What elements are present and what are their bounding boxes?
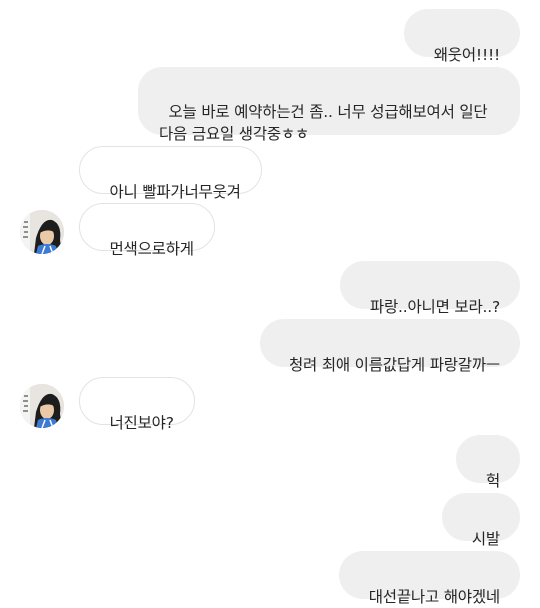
message-text: 시발 <box>471 530 500 548</box>
message-text: 오늘 바로 예약하는건 좀.. 너무 성급해보여서 일단 다음 금요일 생각중ㅎ… <box>159 103 488 143</box>
profile-photo <box>20 384 64 428</box>
message-text: 왜웃어!!!! <box>433 46 500 64</box>
avatar[interactable] <box>20 384 64 428</box>
message-text: 너진보야? <box>109 414 174 432</box>
sent-message[interactable]: 파랑..아니면 보라..? <box>340 261 520 316</box>
received-message[interactable]: 너진보야? <box>79 377 195 432</box>
sent-message[interactable]: 왜웃어!!!! <box>404 9 520 64</box>
sent-message[interactable]: 오늘 바로 예약하는건 좀.. 너무 성급해보여서 일단 다음 금요일 생각중ㅎ… <box>138 67 520 143</box>
received-message[interactable]: 아니 빨파가너무웃겨 <box>79 146 262 201</box>
sent-message[interactable]: 청려 최애 이름값답게 파랑갈까ㅡ <box>259 319 520 374</box>
sent-message[interactable]: 대선끝나고 해야겠네 <box>339 551 520 606</box>
profile-photo <box>20 210 64 254</box>
sent-message[interactable]: 시발 <box>442 493 520 548</box>
message-text: 헉 <box>485 472 500 490</box>
message-text: 파랑..아니면 보라..? <box>369 298 500 316</box>
message-text: 아니 빨파가너무웃겨 <box>109 183 241 201</box>
message-text: 먼색으로하게 <box>109 240 194 258</box>
message-text: 청려 최애 이름값답게 파랑갈까ㅡ <box>288 356 500 374</box>
avatar[interactable] <box>20 210 64 254</box>
received-message[interactable]: 먼색으로하게 <box>79 203 215 258</box>
message-text: 대선끝나고 해야겠네 <box>368 588 500 606</box>
sent-message[interactable]: 헉 <box>456 435 520 490</box>
